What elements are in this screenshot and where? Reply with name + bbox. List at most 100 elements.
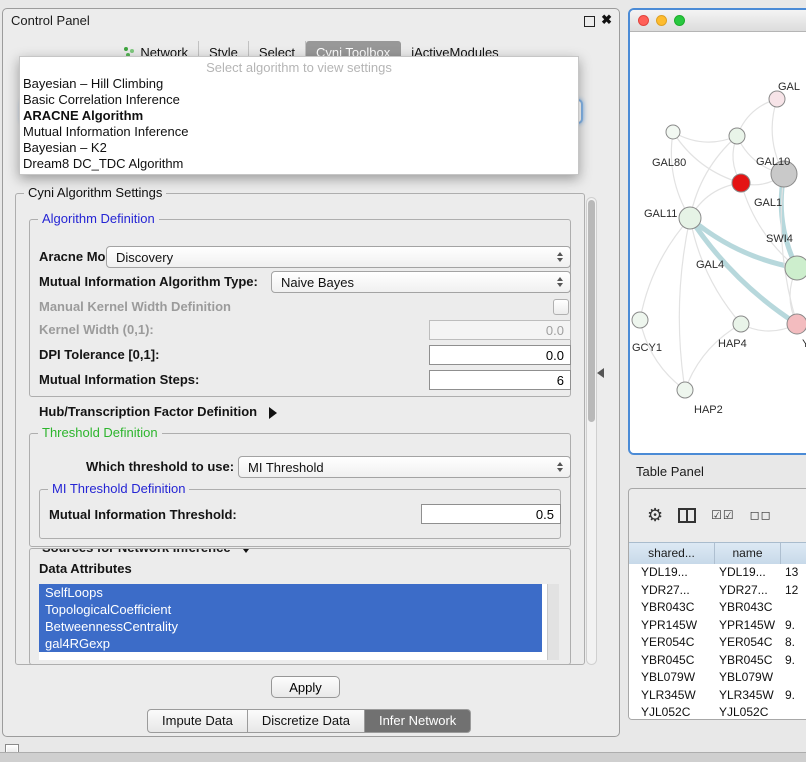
scrollbar-thumb[interactable] bbox=[588, 200, 595, 422]
column-header[interactable] bbox=[781, 543, 806, 564]
bottom-strip bbox=[0, 752, 806, 762]
table-cell: 8. bbox=[781, 634, 806, 652]
network-edge bbox=[781, 174, 797, 268]
bottom-tab-impute-data[interactable]: Impute Data bbox=[147, 709, 248, 733]
network-node[interactable] bbox=[632, 312, 648, 328]
mi-threshold-input[interactable] bbox=[421, 504, 561, 524]
dpi-tolerance-input[interactable] bbox=[429, 345, 571, 365]
node-label: GAL bbox=[778, 81, 800, 93]
network-edge bbox=[679, 218, 690, 390]
settings-scrollbar[interactable] bbox=[586, 197, 597, 665]
algorithm-option[interactable]: Basic Correlation Inference bbox=[20, 92, 578, 108]
node-label: Y bbox=[802, 338, 806, 350]
table-cell: 9. bbox=[781, 617, 806, 635]
table-row[interactable]: YBL079WYBL079W bbox=[629, 669, 806, 687]
apply-button[interactable]: Apply bbox=[271, 676, 340, 698]
float-window-icon[interactable] bbox=[584, 16, 595, 27]
manual-kernel-label: Manual Kernel Width Definition bbox=[39, 299, 231, 314]
network-node[interactable] bbox=[679, 207, 701, 229]
chevron-right-icon bbox=[269, 407, 277, 419]
table-cell bbox=[781, 669, 806, 687]
table-row[interactable]: YER054CYER054C8. bbox=[629, 634, 806, 652]
close-traffic-light[interactable] bbox=[638, 15, 649, 26]
data-attribute-item[interactable]: SelfLoops bbox=[39, 584, 542, 601]
sources-legend: Sources for Network Inference bbox=[42, 548, 231, 555]
network-edge bbox=[640, 320, 685, 390]
columns-icon[interactable] bbox=[678, 508, 696, 523]
column-header[interactable]: name bbox=[715, 543, 781, 564]
bottom-tab-infer-network[interactable]: Infer Network bbox=[365, 709, 471, 733]
table-panel-title: Table Panel bbox=[636, 464, 704, 479]
mi-threshold-legend: MI Threshold Definition bbox=[48, 481, 189, 496]
combo-arrows-icon bbox=[557, 252, 563, 262]
table-row[interactable]: YJL052CYJL052C bbox=[629, 704, 806, 720]
hub-definition-label: Hub/Transcription Factor Definition bbox=[39, 404, 257, 419]
control-panel-window: Control Panel ✖ NetworkStyleSelectCyni T… bbox=[2, 8, 620, 737]
table-cell: YBL079W bbox=[715, 669, 781, 687]
kernel-width-label: Kernel Width (0,1): bbox=[39, 322, 154, 337]
data-attribute-item[interactable]: gal4RGexp bbox=[39, 635, 542, 652]
combo-arrows-icon bbox=[557, 462, 563, 472]
node-label: SWI4 bbox=[766, 233, 793, 245]
list-scrollbar[interactable] bbox=[547, 584, 559, 660]
table-cell: YBR043C bbox=[629, 599, 715, 617]
table-row[interactable]: YBR045CYBR045C9. bbox=[629, 652, 806, 670]
table-cell: YDR27... bbox=[629, 582, 715, 600]
table-cell: 12 bbox=[781, 582, 806, 600]
aracne-mode-select[interactable]: Discovery bbox=[106, 246, 571, 268]
table-row[interactable]: YBR043CYBR043C bbox=[629, 599, 806, 617]
mi-type-select[interactable]: Naive Bayes bbox=[271, 271, 571, 293]
table-panel: ⚙ ☑☑ ◻◻ shared...name YDL19...YDL19...13… bbox=[628, 488, 806, 720]
table-cell: YJL052C bbox=[629, 704, 715, 720]
table-cell: YBR043C bbox=[715, 599, 781, 617]
table-row[interactable]: YDR27...YDR27...12 bbox=[629, 582, 806, 600]
network-node[interactable] bbox=[677, 382, 693, 398]
algorithm-option[interactable]: ARACNE Algorithm bbox=[20, 108, 578, 124]
network-edge bbox=[671, 132, 690, 218]
kernel-width-input[interactable] bbox=[429, 320, 571, 340]
table-cell: 9. bbox=[781, 652, 806, 670]
mi-type-value: Naive Bayes bbox=[281, 275, 354, 290]
network-canvas-svg[interactable]: GALGAL80GAL10GAL1GAL11SWI4GAL4GCY1HAP4YH… bbox=[630, 32, 806, 454]
table-row[interactable]: YDL19...YDL19...13 bbox=[629, 564, 806, 582]
network-node[interactable] bbox=[732, 174, 750, 192]
settings-gear-icon[interactable]: ⚙ bbox=[647, 505, 663, 526]
network-node[interactable] bbox=[666, 125, 680, 139]
column-header[interactable]: shared... bbox=[629, 543, 715, 564]
minimize-traffic-light[interactable] bbox=[656, 15, 667, 26]
sources-toggle[interactable]: Sources for Network Inference bbox=[38, 548, 256, 555]
node-label: GAL10 bbox=[756, 156, 790, 168]
mi-steps-input[interactable] bbox=[429, 370, 571, 390]
dpi-tolerance-label: DPI Tolerance [0,1]: bbox=[39, 347, 159, 362]
network-node[interactable] bbox=[729, 128, 745, 144]
deselect-boxes-icon[interactable]: ◻◻ bbox=[750, 508, 772, 522]
algorithm-option[interactable]: Bayesian – Hill Climbing bbox=[20, 76, 578, 92]
which-threshold-select[interactable]: MI Threshold bbox=[238, 456, 571, 478]
network-canvas[interactable]: GALGAL80GAL10GAL1GAL11SWI4GAL4GCY1HAP4YH… bbox=[630, 32, 806, 454]
table-cell: YPR145W bbox=[629, 617, 715, 635]
network-node[interactable] bbox=[769, 91, 785, 107]
data-attribute-item[interactable]: TopologicalCoefficient bbox=[39, 601, 542, 618]
select-all-checks-icon[interactable]: ☑☑ bbox=[711, 508, 735, 522]
zoom-traffic-light[interactable] bbox=[674, 15, 685, 26]
table-row[interactable]: YPR145WYPR145W9. bbox=[629, 617, 806, 635]
control-panel-titlebar: Control Panel ✖ bbox=[3, 9, 619, 33]
manual-kernel-checkbox[interactable] bbox=[553, 299, 569, 315]
mi-threshold-label: Mutual Information Threshold: bbox=[49, 507, 237, 522]
hub-definition-toggle[interactable]: Hub/Transcription Factor Definition bbox=[39, 404, 277, 419]
algorithm-option[interactable]: Bayesian – K2 bbox=[20, 140, 578, 156]
table-row[interactable]: YLR345WYLR345W9. bbox=[629, 687, 806, 705]
data-attribute-item[interactable]: BetweennessCentrality bbox=[39, 618, 542, 635]
algorithm-option[interactable]: Mutual Information Inference bbox=[20, 124, 578, 140]
network-node[interactable] bbox=[787, 314, 806, 334]
algorithm-option[interactable]: Dream8 DC_TDC Algorithm bbox=[20, 156, 578, 172]
table-toolbar: ⚙ ☑☑ ◻◻ bbox=[629, 489, 806, 541]
network-node[interactable] bbox=[785, 256, 806, 280]
algorithm-dropdown-list: Bayesian – Hill ClimbingBasic Correlatio… bbox=[20, 76, 578, 172]
panel-title: Control Panel bbox=[11, 13, 90, 28]
network-node[interactable] bbox=[733, 316, 749, 332]
node-label: GAL80 bbox=[652, 157, 686, 169]
close-icon[interactable]: ✖ bbox=[601, 12, 612, 28]
bottom-tab-discretize-data[interactable]: Discretize Data bbox=[248, 709, 365, 733]
panel-collapse-arrow[interactable] bbox=[597, 368, 604, 378]
